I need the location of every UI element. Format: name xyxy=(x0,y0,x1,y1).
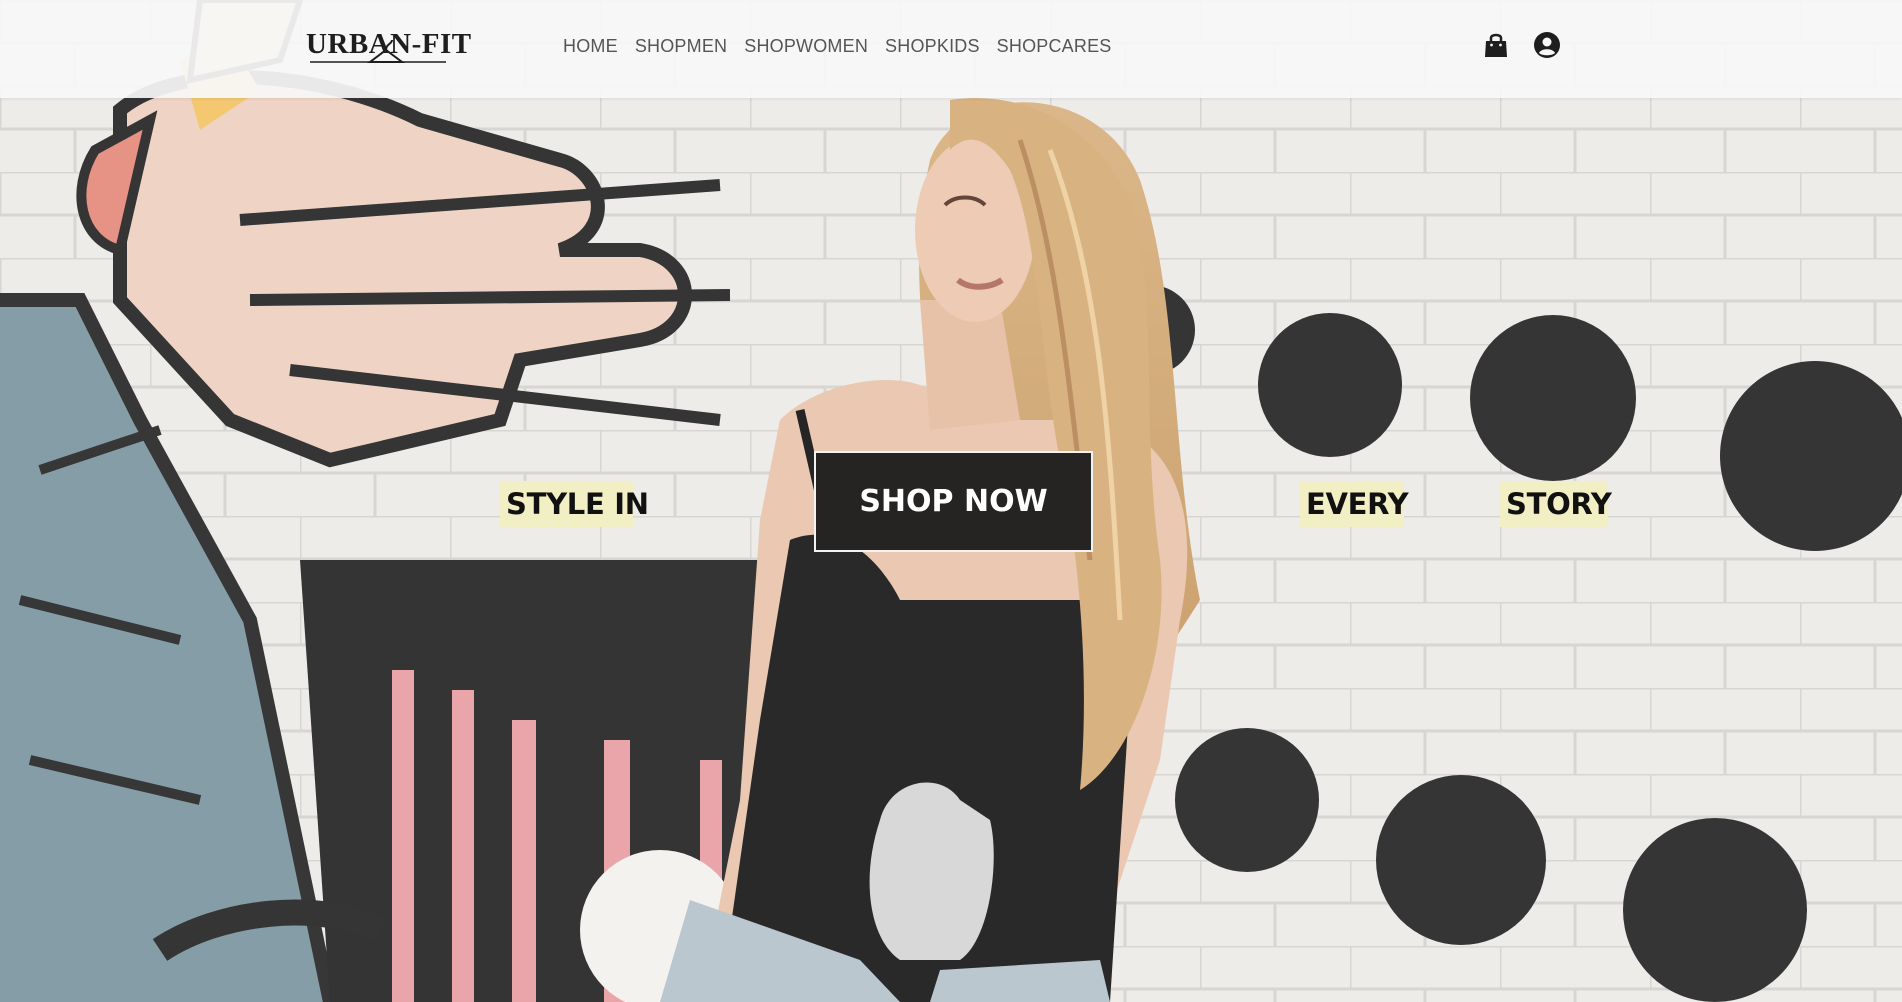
shop-now-button[interactable]: SHOP NOW xyxy=(814,451,1093,552)
nav-item-shopmen[interactable]: SHOPMEN xyxy=(635,36,727,57)
logo-text: URBAN-FIT xyxy=(306,28,472,60)
nav-item-shopwomen[interactable]: SHOPWOMEN xyxy=(744,36,868,57)
nav-item-shopcares[interactable]: SHOPCARES xyxy=(997,36,1112,57)
hero-tag-style-in: STYLE IN xyxy=(500,481,649,527)
shopping-bag-icon[interactable] xyxy=(1482,31,1510,59)
nav-item-shopkids[interactable]: SHOPKIDS xyxy=(885,36,980,57)
brand-logo[interactable]: URBAN-FIT xyxy=(306,26,471,72)
hero-tag-every: EVERY xyxy=(1300,481,1409,527)
user-circle-icon[interactable] xyxy=(1533,31,1561,59)
hero-tag-story: STORY xyxy=(1500,481,1612,527)
nav-item-home[interactable]: HOME xyxy=(563,36,618,57)
main-navigation: HOME SHOPMEN SHOPWOMEN SHOPKIDS SHOPCARE… xyxy=(563,36,1129,57)
site-header: URBAN-FIT HOME SHOPMEN SHOPWOMEN SHOPKID… xyxy=(0,0,1902,98)
